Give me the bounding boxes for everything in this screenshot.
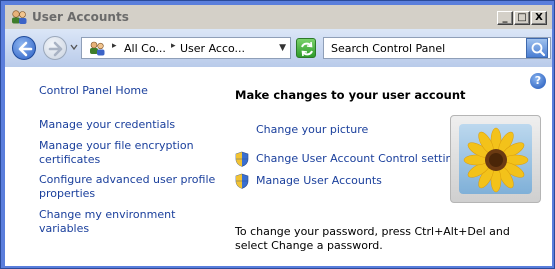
minimize-button[interactable]: _ [497, 11, 513, 25]
password-instructions: To change your password, press Ctrl+Alt+… [235, 225, 510, 252]
arrow-left-icon [18, 41, 33, 57]
chevron-down-icon [70, 44, 78, 51]
user-accounts-window: User Accounts _ □ X ▸ All Co... ▸ User A… [0, 0, 555, 269]
uac-settings-link[interactable]: Change User Account Control settings [256, 152, 465, 165]
refresh-icon [301, 41, 313, 57]
search-input[interactable]: Search Control Panel [323, 37, 551, 59]
arrow-right-icon [48, 41, 63, 57]
search-button[interactable] [526, 38, 548, 58]
close-button[interactable]: X [531, 11, 547, 25]
forward-button[interactable] [43, 36, 67, 60]
back-button[interactable] [12, 36, 36, 60]
search-placeholder: Search Control Panel [331, 42, 446, 55]
window-frame: User Accounts _ □ X ▸ All Co... ▸ User A… [5, 5, 552, 266]
file-encryption-certificates-link[interactable]: Manage your file encryption certificates [39, 139, 219, 167]
breadcrumb-separator-icon[interactable]: ▸ [112, 41, 117, 51]
search-icon [531, 42, 546, 57]
advanced-user-profile-link[interactable]: Configure advanced user profile properti… [39, 173, 219, 201]
title-bar[interactable]: User Accounts _ □ X [5, 5, 552, 29]
breadcrumb-separator-icon[interactable]: ▸ [171, 41, 176, 51]
manage-user-accounts-link[interactable]: Manage User Accounts [256, 174, 382, 187]
uac-shield-icon [235, 173, 249, 189]
breadcrumb-all-control-panel[interactable]: All Co... [124, 42, 166, 55]
breadcrumb-user-accounts[interactable]: User Acco... [180, 42, 245, 55]
help-icon[interactable]: ? [530, 73, 546, 89]
manage-credentials-link[interactable]: Manage your credentials [39, 118, 219, 132]
uac-shield-icon [235, 151, 249, 167]
user-accounts-icon [10, 9, 28, 25]
refresh-button[interactable] [296, 38, 316, 58]
address-bar: ▸ All Co... ▸ User Acco... ▼ Search Cont… [5, 29, 552, 67]
environment-variables-link[interactable]: Change my environment variables [39, 208, 219, 236]
control-panel-icon [88, 40, 106, 57]
sunflower-picture-icon [459, 124, 532, 194]
page-heading: Make changes to your user account [235, 88, 466, 102]
maximize-button[interactable]: □ [514, 11, 530, 25]
user-picture[interactable] [450, 115, 541, 203]
control-panel-home-link[interactable]: Control Panel Home [39, 84, 219, 98]
breadcrumb[interactable]: ▸ All Co... ▸ User Acco... ▼ [81, 37, 291, 59]
change-picture-link[interactable]: Change your picture [256, 123, 368, 136]
address-dropdown-icon[interactable]: ▼ [279, 43, 286, 53]
window-title: User Accounts [32, 10, 129, 24]
recent-pages-dropdown[interactable] [69, 41, 79, 53]
content-area: ? Control Panel Home Manage your credent… [5, 67, 552, 266]
